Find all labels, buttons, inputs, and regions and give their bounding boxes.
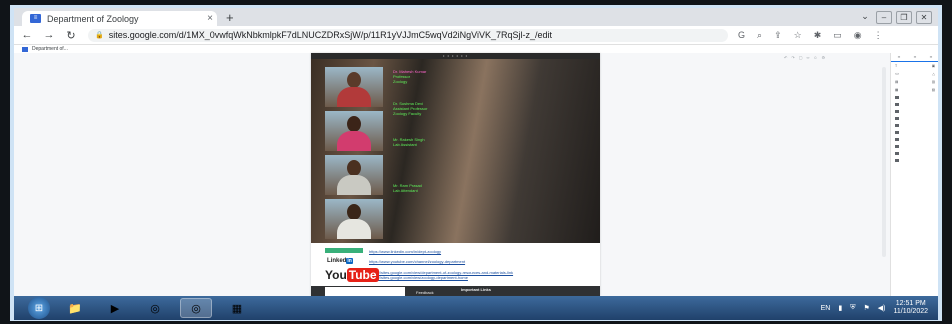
system-tray: EN ▮ ⛨ ⚑ ◀) 12:51 PM 11/10/2022 (821, 300, 928, 316)
embed-icon[interactable]: <> (895, 72, 899, 76)
side-panel-item[interactable] (891, 101, 938, 108)
share-icon[interactable]: ⇪ (774, 30, 782, 41)
layout-icon[interactable]: ▤ (895, 80, 898, 84)
faculty-caption: Mr. Rakesh Singh Lab Assistant (393, 137, 425, 147)
maximize-button[interactable]: ❐ (896, 11, 912, 24)
chevron-down-icon[interactable]: ⌄ (858, 11, 872, 22)
redo-icon[interactable]: ↷ (791, 55, 794, 60)
file-explorer-icon[interactable]: 📁 (60, 299, 90, 317)
green-button[interactable] (325, 248, 363, 253)
scrollbar[interactable] (882, 67, 886, 257)
hero-section[interactable]: • • • • • • Dr. Mahesh Kumar Professor Z… (311, 53, 600, 243)
bookmark-item[interactable]: Department of... (32, 46, 68, 52)
side-panel-item[interactable] (891, 94, 938, 101)
sites-editor: ↶ ↷ ▢ ∞ ☺ ⚙ • • • • • • Dr. Mahesh Kumar… (14, 53, 938, 296)
tab-bar: ≡ Department of Zoology × + ⌄ – ❐ ✕ (14, 8, 938, 26)
reload-icon[interactable]: ↻ (62, 29, 80, 42)
faculty-photo (325, 199, 383, 239)
language-indicator[interactable]: EN (821, 305, 831, 312)
url-text: sites.google.com/d/1MX_0vwfqWkNbkmlpkF7d… (108, 30, 553, 40)
layout-icon[interactable]: ▥ (932, 80, 935, 84)
start-button[interactable]: ⊞ (28, 297, 50, 319)
side-panel-item[interactable] (891, 115, 938, 122)
window-controls: ⌄ – ❐ ✕ (858, 11, 932, 24)
browser-toolbar: ← → ↻ 🔒 sites.google.com/d/1MX_0vwfqWkNb… (14, 26, 938, 45)
minimize-button[interactable]: – (876, 11, 892, 24)
tab-insert[interactable]: ▪▪ (898, 55, 900, 59)
faculty-photo (325, 111, 383, 151)
footer-image (325, 287, 405, 296)
footer-title: Important Links (461, 287, 492, 292)
side-panel-item[interactable] (891, 150, 938, 157)
presentation-icon[interactable]: ▦ (222, 299, 252, 317)
flag-icon[interactable]: ⚑ (863, 304, 869, 312)
clock[interactable]: 12:51 PM 11/10/2022 (893, 300, 928, 316)
new-tab-button[interactable]: + (226, 10, 234, 25)
faculty-photo (325, 67, 383, 107)
text-box-icon[interactable]: T (895, 64, 897, 68)
tab-pages[interactable]: ▪▪ (914, 55, 916, 59)
tab-department-of-zoology[interactable]: ≡ Department of Zoology × (22, 11, 217, 26)
link-icon[interactable]: ∞ (807, 55, 810, 60)
network-icon[interactable]: ▮ (838, 304, 842, 312)
bookmarks-bar: Department of... (14, 45, 938, 53)
close-icon[interactable]: × (203, 13, 217, 24)
footer-subtitle: Feedback (416, 290, 434, 295)
google-icon[interactable]: G (738, 30, 745, 41)
side-panel-item[interactable] (891, 129, 938, 136)
sidebar-icon[interactable]: ▭ (833, 30, 842, 41)
extensions-icon[interactable]: ✱ (814, 30, 822, 41)
drive-icon[interactable]: △ (932, 72, 935, 76)
person-add-icon[interactable]: ☺ (813, 55, 817, 60)
bookmark-icon (22, 46, 28, 52)
tab-title: Department of Zoology (47, 13, 139, 24)
lock-icon[interactable]: 🔒 (95, 31, 104, 39)
side-panel-tabs: ▪▪ ▪▪ ▪▪ (891, 53, 938, 62)
link[interactable]: https://sites.google.com/view/zoology-de… (369, 275, 468, 280)
side-panel-item[interactable] (891, 108, 938, 115)
security-icon[interactable]: ⛨ (850, 304, 855, 312)
volume-icon[interactable]: ◀) (878, 304, 886, 312)
layout-icon[interactable]: ▧ (932, 88, 935, 92)
close-window-button[interactable]: ✕ (916, 11, 932, 24)
undo-icon[interactable]: ↶ (784, 55, 787, 60)
side-panel-item[interactable] (891, 136, 938, 143)
layout-icon[interactable]: ▦ (895, 88, 898, 92)
star-icon[interactable]: ☆ (794, 30, 802, 41)
page-footer: Feedback Important Links (311, 286, 600, 296)
zoom-icon[interactable]: ⌕ (757, 30, 762, 41)
chrome-active-icon[interactable]: ◎ (180, 298, 212, 318)
profile-icon[interactable]: ◉ (854, 30, 862, 41)
editor-side-panel: ▪▪ ▪▪ ▪▪ T ▣ <> △ ▤ ▥ ▦ ▧ (890, 53, 938, 296)
link[interactable]: https://www.linkedin.com/in/dept-zoology (369, 249, 441, 254)
hero-nav: • • • • • • (311, 53, 600, 59)
media-player-icon[interactable]: ▶ (100, 299, 130, 317)
image-icon[interactable]: ▣ (932, 64, 935, 68)
google-sites-icon: ≡ (30, 14, 41, 23)
address-bar[interactable]: 🔒 sites.google.com/d/1MX_0vwfqWkNbkmlpkF… (88, 28, 728, 42)
menu-icon[interactable]: ⋮ (874, 30, 883, 41)
side-panel-item[interactable] (891, 157, 938, 164)
tab-themes[interactable]: ▪▪ (930, 55, 932, 59)
windows-taskbar: ⊞ 📁 ▶ ◎ ◎ ▦ EN ▮ ⛨ ⚑ ◀) 12:51 PM 11/10/2… (14, 296, 938, 320)
youtube-logo[interactable]: You Tube (325, 268, 379, 282)
toolbar-icons: G ⌕ ⇪ ☆ ✱ ▭ ◉ ⋮ (738, 30, 883, 41)
chrome-icon[interactable]: ◎ (140, 299, 170, 317)
forward-arrow-icon[interactable]: → (40, 29, 58, 41)
linkedin-logo[interactable]: Linkedin (327, 258, 353, 264)
side-panel-item[interactable] (891, 122, 938, 129)
side-panel-item[interactable] (891, 143, 938, 150)
preview-icon[interactable]: ▢ (799, 55, 803, 60)
page-canvas: • • • • • • Dr. Mahesh Kumar Professor Z… (311, 53, 600, 296)
faculty-caption: Mr. Ram Prasad Lab Attendant (393, 183, 422, 193)
faculty-photo (325, 155, 383, 195)
screen: ≡ Department of Zoology × + ⌄ – ❐ ✕ ← → … (14, 8, 938, 320)
settings-icon[interactable]: ⚙ (821, 55, 825, 60)
back-arrow-icon[interactable]: ← (18, 29, 36, 41)
faculty-caption: Dr. Mahesh Kumar Professor Zoology (393, 69, 427, 84)
link[interactable]: https://www.youtube.com/channel/zoology-… (369, 259, 465, 264)
faculty-caption: Dr. Sushma Devi Assistant Professor Zool… (393, 101, 428, 116)
